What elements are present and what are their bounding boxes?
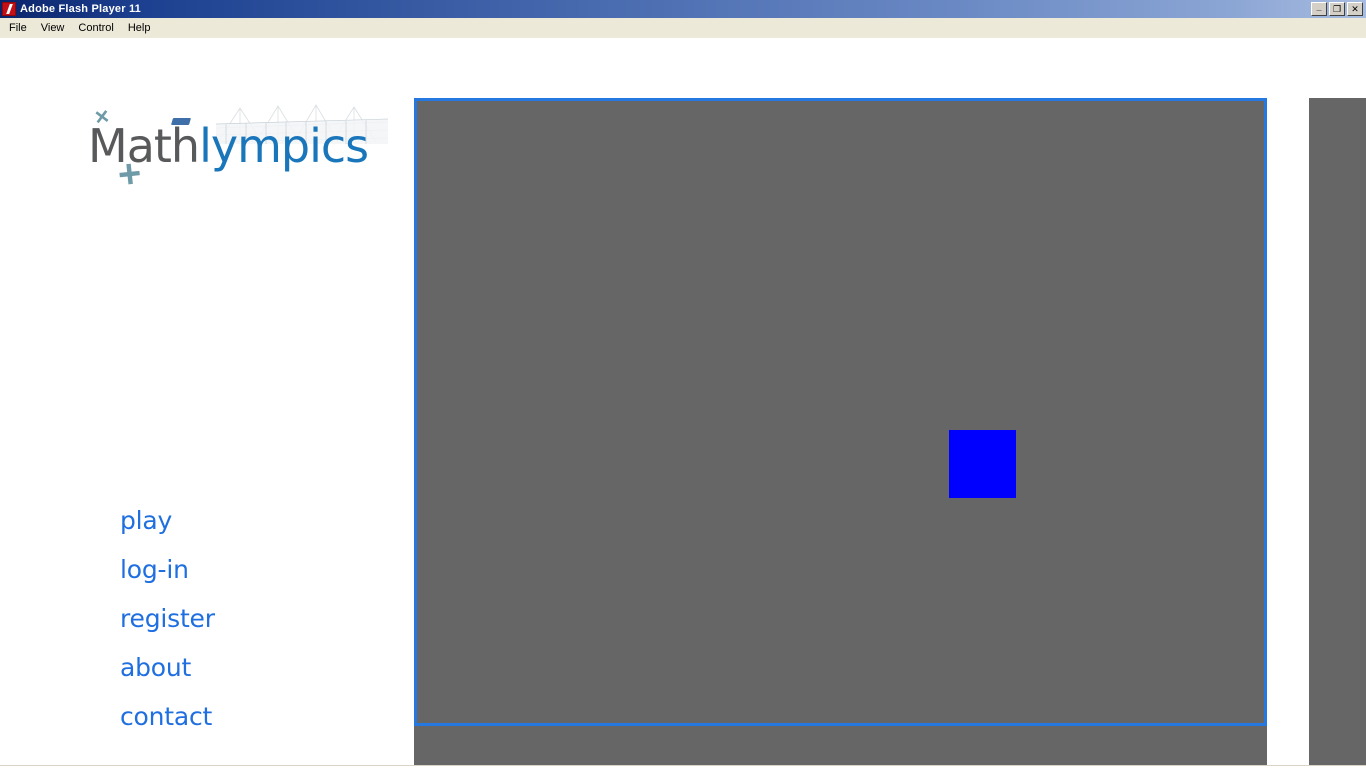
flash-stage: × Mathlympics + play log-in register abo… [0,38,1366,765]
site-logo: × Mathlympics + [88,98,388,197]
nav-item-play[interactable]: play [120,506,370,535]
restore-button[interactable]: ❐ [1329,2,1345,16]
nav-item-about[interactable]: about [120,653,370,682]
right-gray-strip [1309,98,1366,765]
window-controls: _ ❐ ✕ [1311,2,1366,16]
menu-item-control[interactable]: Control [71,20,120,36]
flash-logo-icon [2,2,16,16]
minimize-icon: _ [1316,2,1322,12]
logo-plus-icon: + [115,151,144,198]
minimize-button[interactable]: _ [1311,2,1327,16]
restore-icon: ❐ [1332,4,1342,14]
content-panel[interactable] [414,98,1267,765]
logo-text-lympics: lympics [199,119,369,173]
blue-square-object[interactable] [949,430,1016,498]
menu-item-view[interactable]: View [34,20,72,36]
close-icon: ✕ [1351,4,1359,14]
close-button[interactable]: ✕ [1347,2,1363,16]
nav-item-contact[interactable]: contact [120,702,370,731]
menu-item-file[interactable]: File [2,20,34,36]
window-title: Adobe Flash Player 11 [20,3,141,15]
main-navigation: play log-in register about contact [120,506,370,751]
window-titlebar: Adobe Flash Player 11 _ ❐ ✕ [0,0,1366,18]
nav-item-log-in[interactable]: log-in [120,555,370,584]
menu-bar: File View Control Help [0,18,1366,39]
nav-item-register[interactable]: register [120,604,370,633]
menu-item-help[interactable]: Help [121,20,158,36]
